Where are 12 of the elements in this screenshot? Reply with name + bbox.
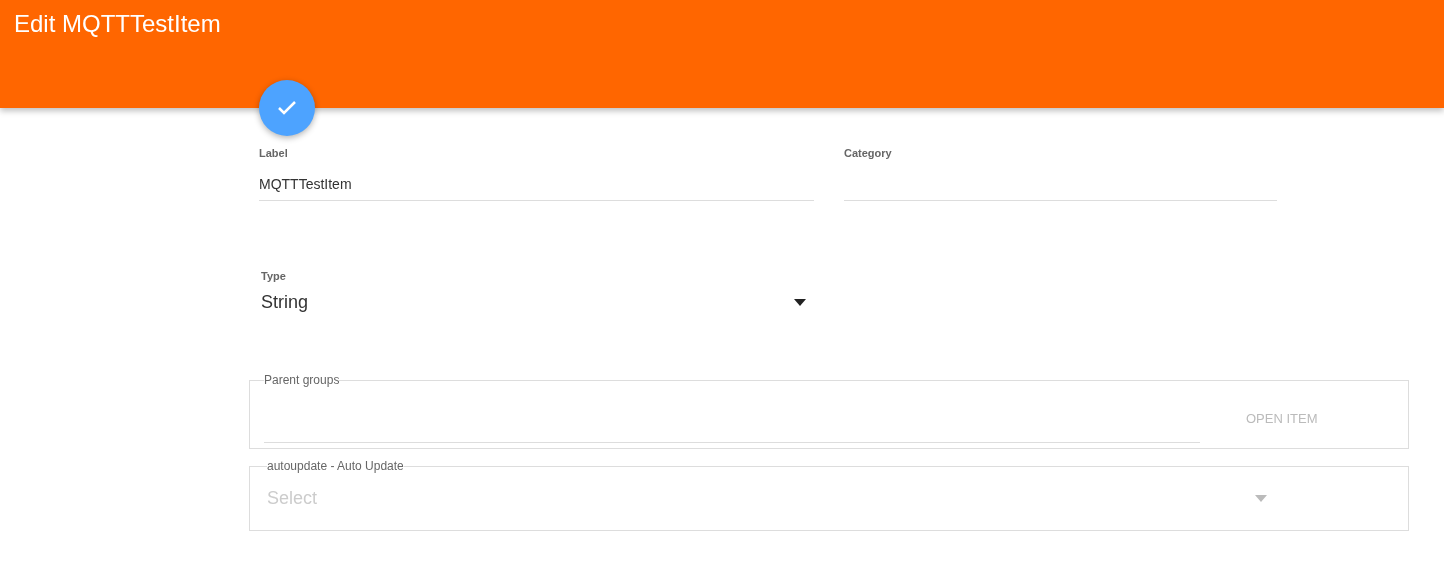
label-input[interactable]: MQTTTestItem (259, 174, 814, 201)
dropdown-arrow-icon (794, 298, 806, 306)
dropdown-arrow-icon (1255, 494, 1267, 502)
field-label: Type (261, 269, 287, 283)
field-label: Category (844, 146, 893, 160)
page-title: Edit MQTTTestItem (14, 9, 222, 39)
type-select[interactable]: String (261, 288, 806, 316)
field-label: Label (259, 146, 289, 160)
panel-legend: Parent groups (264, 371, 340, 389)
check-icon (277, 100, 297, 116)
panel-legend: autoupdate - Auto Update (267, 457, 404, 475)
save-button[interactable] (259, 80, 315, 136)
